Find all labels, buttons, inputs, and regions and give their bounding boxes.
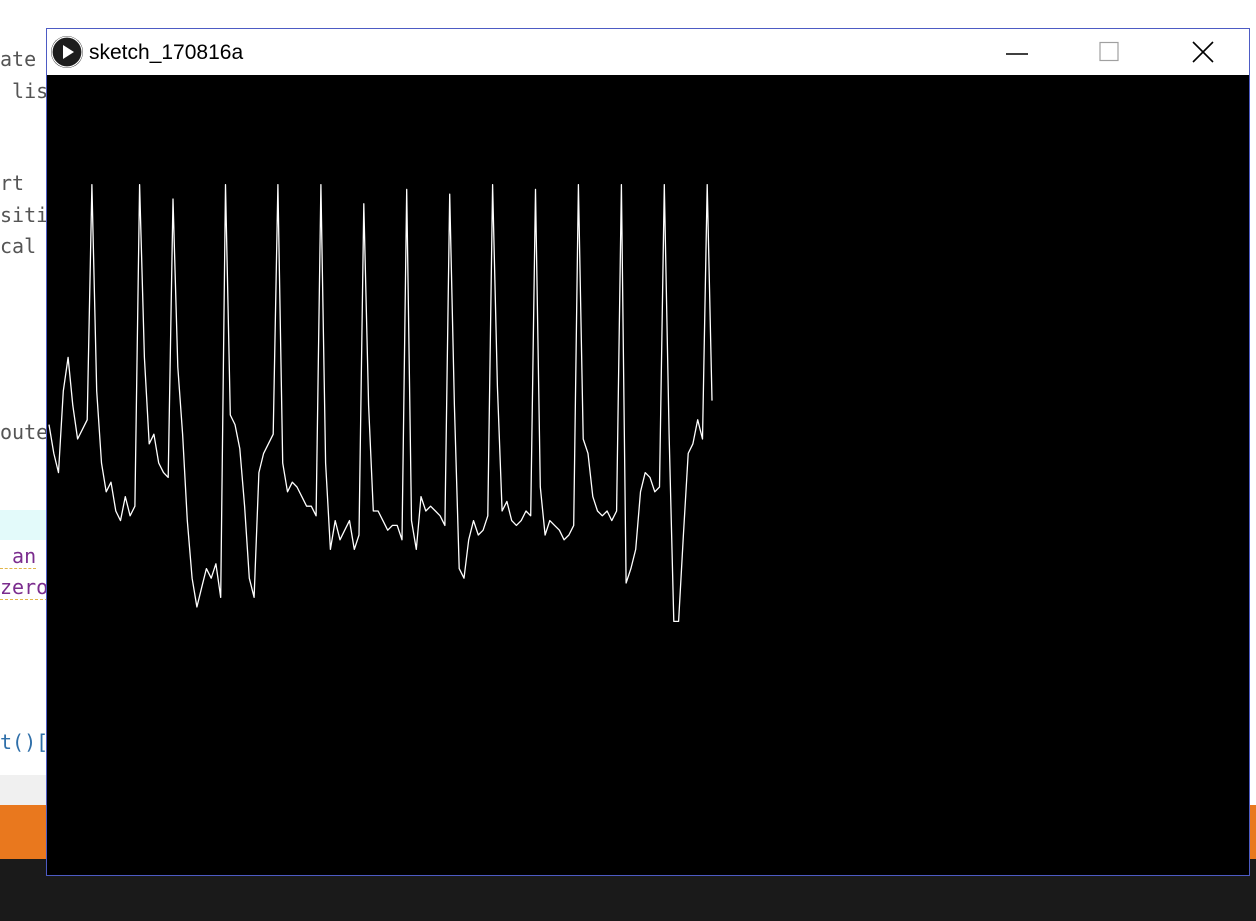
window-title: sketch_170816a xyxy=(89,41,244,64)
close-icon xyxy=(1192,41,1214,63)
maximize-icon xyxy=(1099,41,1119,62)
current-line-highlight xyxy=(0,510,48,540)
minimize-button[interactable] xyxy=(971,29,1063,75)
code-line: cal xyxy=(0,234,37,258)
code-editor[interactable]: ate lis rt siti cal oute an zero t()[ xyxy=(0,0,48,775)
code-line: t()[ xyxy=(0,730,48,754)
code-line: ate xyxy=(0,47,37,71)
code-line: siti xyxy=(0,203,48,227)
code-line: zero xyxy=(0,575,48,600)
code-line: rt xyxy=(0,171,25,195)
close-button[interactable] xyxy=(1157,29,1249,75)
maximize-button[interactable] xyxy=(1063,29,1155,75)
signal-plot xyxy=(48,183,713,623)
processing-play-icon xyxy=(51,36,83,68)
code-line: lis xyxy=(0,79,48,103)
code-line: oute xyxy=(0,420,48,444)
code-line: an xyxy=(0,544,37,569)
minimize-icon xyxy=(1006,53,1028,55)
window-titlebar[interactable]: sketch_170816a xyxy=(47,29,1249,75)
ide-right-edge xyxy=(1250,0,1256,805)
sketch-window[interactable]: sketch_170816a xyxy=(46,28,1250,876)
signal-trace xyxy=(48,183,713,623)
sketch-canvas[interactable] xyxy=(47,75,1249,875)
